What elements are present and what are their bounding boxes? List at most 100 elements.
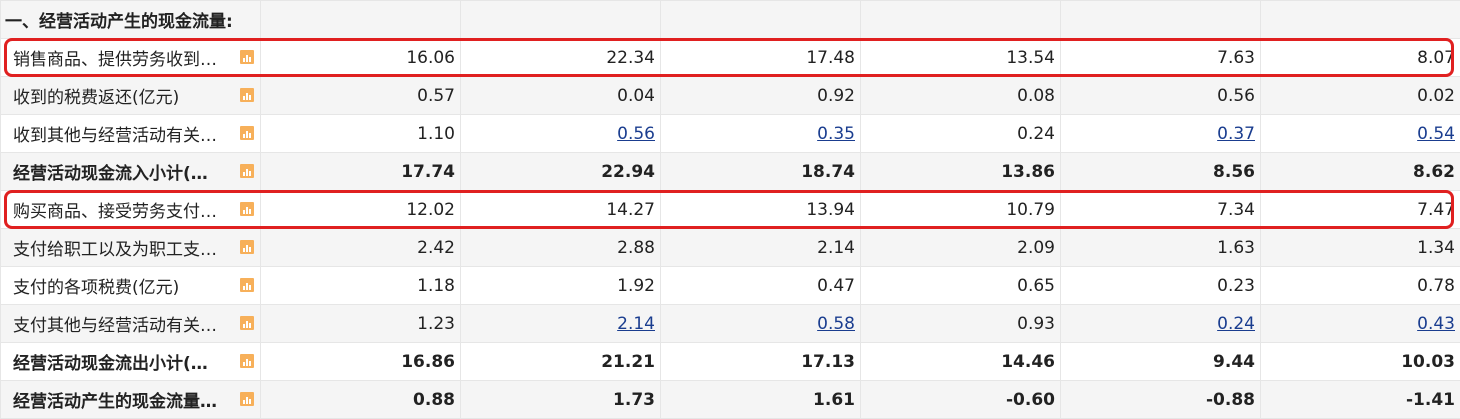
value-text: 0.65 xyxy=(1017,276,1055,296)
value-cell: 0.08 xyxy=(861,77,1061,115)
value-text: 1.63 xyxy=(1217,238,1255,258)
value-cell: 1.34 xyxy=(1261,229,1460,267)
bar-chart-icon[interactable] xyxy=(240,164,254,178)
value-cell: 17.74 xyxy=(261,153,461,191)
value-cell: 8.07 xyxy=(1261,39,1460,77)
value-link[interactable]: 0.54 xyxy=(1417,124,1455,144)
value-link[interactable]: 0.24 xyxy=(1217,314,1255,334)
table-row: 收到其他与经营活动有关…1.100.560.350.240.370.54 xyxy=(1,115,1460,153)
value-text: 16.86 xyxy=(401,352,455,372)
value-text: 2.42 xyxy=(417,238,455,258)
value-text: 0.47 xyxy=(817,276,855,296)
value-text: 13.86 xyxy=(1001,162,1055,182)
value-cell: 0.56 xyxy=(1061,77,1261,115)
value-cell: 13.86 xyxy=(861,153,1061,191)
value-text: -1.41 xyxy=(1406,390,1455,410)
value-cell: 0.02 xyxy=(1261,77,1460,115)
row-label-cell: 支付其他与经营活动有关… xyxy=(1,305,261,343)
value-cell: 1.61 xyxy=(661,381,861,419)
value-text: 7.34 xyxy=(1217,200,1255,220)
bar-chart-icon[interactable] xyxy=(240,278,254,292)
table-row: 经营活动现金流入小计(…17.7422.94 18.74 13.86 8.56 8.62 xyxy=(1,153,1460,191)
value-text: 8.62 xyxy=(1413,162,1455,182)
value-text: 0.88 xyxy=(413,390,455,410)
value-text: 21.21 xyxy=(601,352,655,372)
bar-chart-icon[interactable] xyxy=(240,316,254,330)
value-text: 0.23 xyxy=(1217,276,1255,296)
value-text: 16.06 xyxy=(406,48,455,68)
value-cell: 0.58 xyxy=(661,305,861,343)
row-label-cell: 支付的各项税费(亿元) xyxy=(1,267,261,305)
row-label: 支付其他与经营活动有关… xyxy=(13,311,217,336)
cash-flow-panel: 一、经营活动产生的现金流量: 销售商品、提供劳务收到… 16.06 22.34 17.… xyxy=(0,0,1460,418)
value-text: 17.13 xyxy=(801,352,855,372)
value-cell: 0.88 xyxy=(261,381,461,419)
value-text: -0.88 xyxy=(1206,390,1255,410)
value-text: 1.34 xyxy=(1417,238,1455,258)
row-label-cell: 支付给职工以及为职工支… xyxy=(1,229,261,267)
section-title: 一、经营活动产生的现金流量: xyxy=(1,1,261,39)
section-header-row: 一、经营活动产生的现金流量: xyxy=(1,1,1460,39)
value-text: 17.48 xyxy=(806,48,855,68)
value-cell: 1.10 xyxy=(261,115,461,153)
row-label: 支付给职工以及为职工支… xyxy=(13,235,217,260)
row-label: 购买商品、接受劳务支付… xyxy=(13,197,217,222)
value-cell: 10.79 xyxy=(861,191,1061,229)
value-text: 0.02 xyxy=(1417,86,1455,106)
row-label-cell: 销售商品、提供劳务收到… xyxy=(1,39,261,77)
table-row: 支付其他与经营活动有关…1.232.140.580.930.240.43 xyxy=(1,305,1460,343)
value-link[interactable]: 0.56 xyxy=(617,124,655,144)
value-cell: 14.46 xyxy=(861,343,1061,381)
value-text: 0.04 xyxy=(617,86,655,106)
row-label: 支付的各项税费(亿元) xyxy=(13,273,179,298)
value-cell: 2.14 xyxy=(461,305,661,343)
value-text: 22.34 xyxy=(606,48,655,68)
value-link[interactable]: 0.43 xyxy=(1417,314,1455,334)
value-cell: 0.56 xyxy=(461,115,661,153)
bar-chart-icon[interactable] xyxy=(240,202,254,216)
bar-chart-icon[interactable] xyxy=(240,88,254,102)
value-cell: 0.35 xyxy=(661,115,861,153)
value-cell: 22.94 xyxy=(461,153,661,191)
value-text: 14.46 xyxy=(1001,352,1055,372)
value-text: 0.08 xyxy=(1017,86,1055,106)
bar-chart-icon[interactable] xyxy=(240,126,254,140)
value-cell: 8.56 xyxy=(1061,153,1261,191)
value-text: 2.09 xyxy=(1017,238,1055,258)
value-link[interactable]: 0.37 xyxy=(1217,124,1255,144)
row-label-cell: 收到其他与经营活动有关… xyxy=(1,115,261,153)
value-cell: 14.27 xyxy=(461,191,661,229)
value-cell: -1.41 xyxy=(1261,381,1460,419)
value-text: 8.07 xyxy=(1417,48,1455,68)
value-cell: 17.13 xyxy=(661,343,861,381)
value-text: 12.02 xyxy=(406,200,455,220)
value-cell: 1.63 xyxy=(1061,229,1261,267)
bar-chart-icon[interactable] xyxy=(240,354,254,368)
value-cell: 21.21 xyxy=(461,343,661,381)
value-link[interactable]: 2.14 xyxy=(617,314,655,334)
value-cell: 1.23 xyxy=(261,305,461,343)
value-cell: 1.92 xyxy=(461,267,661,305)
value-cell: 17.48 xyxy=(661,39,861,77)
value-text: 7.47 xyxy=(1417,200,1455,220)
row-label-cell: 收到的税费返还(亿元) xyxy=(1,77,261,115)
table-row: 销售商品、提供劳务收到…16.0622.3417.4813.547.638.07 xyxy=(1,39,1460,77)
bar-chart-icon[interactable] xyxy=(240,392,254,406)
value-cell: 1.73 xyxy=(461,381,661,419)
bar-chart-icon[interactable] xyxy=(240,50,254,64)
table-row: 支付给职工以及为职工支…2.422.882.142.091.631.34 xyxy=(1,229,1460,267)
value-link[interactable]: 0.58 xyxy=(817,314,855,334)
value-cell: 7.34 xyxy=(1061,191,1261,229)
row-label-cell: 经营活动现金流入小计(… xyxy=(1,153,261,191)
value-link[interactable]: 0.35 xyxy=(817,124,855,144)
bar-chart-icon[interactable] xyxy=(240,240,254,254)
value-text: 18.74 xyxy=(801,162,855,182)
value-cell: 1.18 xyxy=(261,267,461,305)
value-text: 0.78 xyxy=(1417,276,1455,296)
row-label: 经营活动产生的现金流量… xyxy=(13,387,217,412)
row-label-cell: 经营活动现金流出小计(… xyxy=(1,343,261,381)
value-text: 9.44 xyxy=(1213,352,1255,372)
value-cell: 0.54 xyxy=(1261,115,1460,153)
value-cell: 0.47 xyxy=(661,267,861,305)
value-cell: 22.34 xyxy=(461,39,661,77)
